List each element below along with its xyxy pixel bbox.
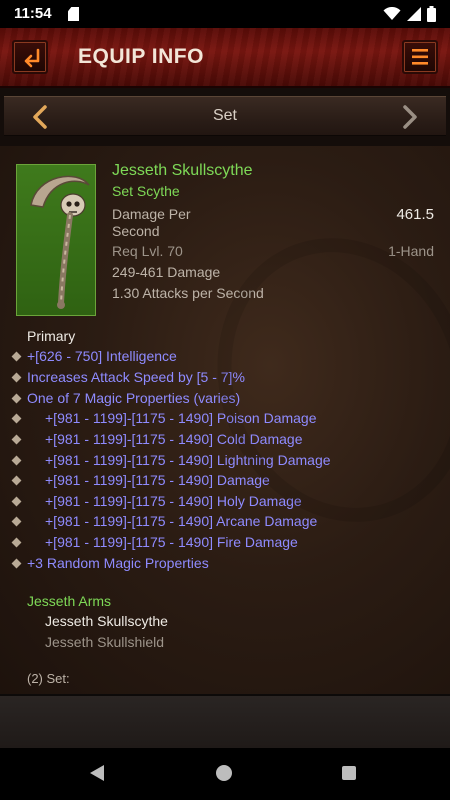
item-name: Jesseth Skullscythe bbox=[112, 162, 253, 179]
scythe-icon bbox=[30, 175, 90, 309]
back-arrow-icon bbox=[24, 48, 40, 68]
property-item: +[981 - 1199]-[1175 - 1490] Poison Damag… bbox=[45, 410, 317, 426]
signal-icon bbox=[407, 7, 421, 21]
property-item: +[981 - 1199]-[1175 - 1490] Arcane Damag… bbox=[45, 513, 318, 529]
status-bar: 11:54 bbox=[0, 0, 450, 28]
bullet-icon bbox=[11, 475, 22, 486]
footer-strip bbox=[0, 694, 450, 748]
property-item: +[981 - 1199]-[1175 - 1490] Holy Damage bbox=[45, 493, 302, 509]
bullet-icon bbox=[11, 434, 22, 445]
equip-info-panel: Jesseth Skullscythe Set Scythe Damage Pe… bbox=[0, 146, 450, 694]
chevron-right-icon[interactable] bbox=[396, 103, 422, 131]
nav-home-icon[interactable] bbox=[216, 765, 232, 781]
battery-icon bbox=[427, 6, 436, 22]
property-item: Increases Attack Speed by [5 - 7]% bbox=[27, 369, 245, 385]
set-bonus-label: (2) Set: bbox=[27, 671, 70, 686]
hand-type: 1-Hand bbox=[388, 243, 434, 259]
set-name: Jesseth Arms bbox=[27, 593, 112, 609]
primary-heading: Primary bbox=[27, 328, 76, 344]
property-item: +[981 - 1199]-[1175 - 1490] Cold Damage bbox=[45, 431, 303, 447]
set-item[interactable]: Jesseth Skullscythe bbox=[45, 613, 168, 629]
category-selector: Set bbox=[0, 88, 450, 146]
bullet-icon bbox=[11, 413, 22, 424]
dps-label: Damage Per Second bbox=[112, 206, 191, 239]
property-item: +[981 - 1199]-[1175 - 1490] Damage bbox=[45, 472, 270, 488]
selector-bar: Set bbox=[4, 96, 446, 136]
bullet-icon bbox=[11, 558, 22, 569]
item-type: Set Scythe bbox=[112, 183, 180, 199]
bullet-icon bbox=[11, 393, 22, 404]
page-title: EQUIP INFO bbox=[78, 45, 204, 68]
attack-speed: 1.30 Attacks per Second bbox=[112, 285, 264, 301]
sd-card-icon bbox=[68, 7, 79, 21]
selector-label: Set bbox=[212, 107, 237, 124]
property-item: +[981 - 1199]-[1175 - 1490] Lightning Da… bbox=[45, 452, 331, 468]
set-item[interactable]: Jesseth Skullshield bbox=[45, 634, 164, 650]
item-image bbox=[16, 164, 96, 316]
app-header: EQUIP INFO bbox=[0, 28, 450, 88]
bullet-icon bbox=[11, 496, 22, 507]
property-item: +3 Random Magic Properties bbox=[27, 555, 209, 571]
bullet-icon bbox=[11, 372, 22, 383]
bullet-icon bbox=[11, 455, 22, 466]
wifi-icon bbox=[383, 7, 401, 20]
nav-recents-icon[interactable] bbox=[342, 766, 356, 780]
property-item: +[981 - 1199]-[1175 - 1490] Fire Damage bbox=[45, 534, 298, 550]
nav-back-icon[interactable] bbox=[90, 765, 104, 781]
menu-button[interactable] bbox=[402, 40, 438, 74]
status-icons bbox=[383, 6, 436, 22]
property-item: One of 7 Magic Properties (varies) bbox=[27, 390, 241, 406]
status-time: 11:54 bbox=[14, 5, 52, 22]
bullet-icon bbox=[11, 537, 22, 548]
required-level: Req Lvl. 70 bbox=[112, 243, 183, 259]
back-button[interactable] bbox=[12, 40, 48, 74]
system-nav-bar bbox=[0, 748, 450, 800]
property-item: +[626 - 750] Intelligence bbox=[27, 348, 177, 364]
bullet-icon bbox=[11, 351, 22, 362]
bullet-icon bbox=[11, 516, 22, 527]
damage-range: 249-461 Damage bbox=[112, 264, 221, 280]
hamburger-menu-icon bbox=[412, 49, 428, 65]
dps-value: 461.5 bbox=[396, 206, 434, 223]
